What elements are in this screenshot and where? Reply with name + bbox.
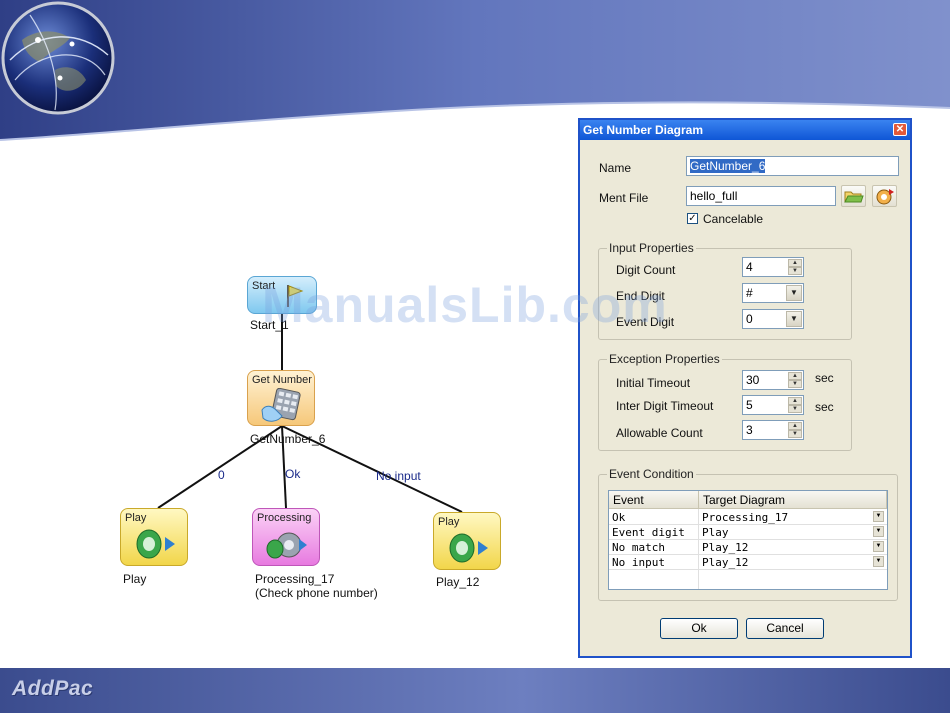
inter-digit-timeout-spinner[interactable]: 5 ▲ ▼ — [742, 395, 804, 415]
play-node[interactable]: Play — [120, 508, 188, 566]
allowable-count-label: Allowable Count — [616, 426, 703, 440]
inter-digit-timeout-label: Inter Digit Timeout — [616, 399, 714, 413]
edge-label-ok: Ok — [285, 467, 301, 481]
initial-timeout-value: 30 — [746, 373, 760, 387]
get-number-node[interactable]: Get Number — [247, 370, 315, 426]
chevron-down-icon[interactable]: ▼ — [873, 556, 884, 567]
target-cell: Play_12 — [702, 556, 749, 569]
input-properties-title: Input Properties — [607, 241, 696, 255]
initial-timeout-spinner[interactable]: 30 ▲ ▼ — [742, 370, 804, 390]
inter-digit-timeout-unit: sec — [815, 400, 834, 414]
digit-count-up[interactable]: ▲ — [788, 259, 802, 267]
processing-node-label-name: Processing_17 — [255, 572, 335, 586]
initial-timeout-unit: sec — [815, 371, 834, 385]
edge-label-zero: 0 — [218, 468, 225, 482]
digit-count-spinner[interactable]: 4 ▲ ▼ — [742, 257, 804, 277]
exception-properties-title: Exception Properties — [607, 352, 722, 366]
open-folder-button[interactable] — [841, 185, 866, 207]
col-header-event[interactable]: Event — [609, 491, 699, 509]
play-node-title: Play — [125, 512, 147, 524]
event-cell: Ok — [612, 511, 626, 524]
target-cell: Play_12 — [702, 541, 749, 554]
close-icon: ✕ — [895, 124, 905, 135]
gear-processing-icon — [266, 532, 307, 559]
footer-banner: AddPac — [0, 668, 950, 713]
target-cell: Processing_17 — [702, 511, 789, 524]
inter-digit-timeout-value: 5 — [746, 398, 753, 412]
chevron-down-icon[interactable]: ▼ — [786, 311, 802, 327]
get-number-node-title: Get Number — [252, 374, 312, 386]
end-digit-select[interactable]: # ▼ — [742, 283, 804, 303]
event-cell: Event digit — [612, 526, 685, 539]
end-digit-value: # — [746, 286, 753, 300]
speaker-icon — [136, 529, 175, 559]
table-row[interactable]: No input Play_12 ▼ — [609, 555, 887, 570]
inter-digit-timeout-down[interactable]: ▼ — [788, 405, 802, 413]
edge-label-no-input: No input — [376, 469, 421, 483]
keypad-hand-icon — [261, 388, 301, 422]
event-digit-value: 0 — [746, 312, 753, 326]
chevron-down-icon[interactable]: ▼ — [786, 285, 802, 301]
name-input[interactable]: GetNumber_6 — [686, 156, 899, 176]
event-condition-title: Event Condition — [607, 467, 696, 481]
get-number-dialog: Get Number Diagram ✕ Name GetNumber_6 Me… — [578, 118, 912, 658]
allowable-count-spinner[interactable]: 3 ▲ ▼ — [742, 420, 804, 440]
cancelable-checkbox[interactable]: ✓ — [687, 213, 698, 224]
table-row[interactable]: Event digit Play ▼ — [609, 525, 887, 540]
allowable-count-up[interactable]: ▲ — [788, 422, 802, 430]
ment-file-input[interactable]: hello_full — [686, 186, 836, 206]
digit-count-down[interactable]: ▼ — [788, 267, 802, 275]
allowable-count-value: 3 — [746, 423, 753, 437]
digit-count-label: Digit Count — [616, 263, 676, 277]
play-node-label: Play — [123, 572, 147, 586]
get-number-node-label: GetNumber_6 — [250, 432, 326, 446]
ment-file-label: Ment File — [599, 191, 649, 205]
table-row[interactable]: Ok Processing_17 ▼ — [609, 510, 887, 525]
processing-node-title: Processing — [257, 512, 312, 524]
dialog-title: Get Number Diagram — [583, 123, 704, 137]
name-label: Name — [599, 161, 632, 175]
processing-node-label: Processing_17 (Check phone number) — [255, 572, 378, 600]
event-cell: No input — [612, 556, 665, 569]
watermark: ManualsLib.com — [262, 277, 668, 333]
processing-node-label-desc: (Check phone number) — [255, 586, 378, 600]
play-12-node[interactable]: Play — [433, 512, 501, 570]
event-digit-select[interactable]: 0 ▼ — [742, 309, 804, 329]
cancelable-label: Cancelable — [703, 212, 764, 226]
initial-timeout-down[interactable]: ▼ — [788, 380, 802, 388]
chevron-down-icon[interactable]: ▼ — [873, 511, 884, 522]
play-12-node-label: Play_12 — [436, 575, 480, 589]
initial-timeout-up[interactable]: ▲ — [788, 372, 802, 380]
event-condition-table: Event Target Diagram Ok Processing_17 ▼ … — [608, 490, 888, 590]
dialog-titlebar[interactable]: Get Number Diagram ✕ — [580, 120, 910, 140]
folder-icon — [844, 191, 864, 203]
close-button[interactable]: ✕ — [893, 123, 907, 136]
table-row[interactable]: No match Play_12 ▼ — [609, 540, 887, 555]
digit-count-value: 4 — [746, 260, 753, 274]
chevron-down-icon[interactable]: ▼ — [873, 541, 884, 552]
speaker-icon — [449, 533, 488, 563]
allowable-count-down[interactable]: ▼ — [788, 430, 802, 438]
target-cell: Play — [702, 526, 729, 539]
name-input-value: GetNumber_6 — [690, 159, 766, 173]
col-header-target[interactable]: Target Diagram — [699, 491, 887, 509]
cancel-button[interactable]: Cancel — [746, 618, 824, 639]
brand-logo: AddPac — [12, 677, 94, 700]
play-sound-button[interactable] — [872, 185, 897, 207]
processing-node[interactable]: Processing — [252, 508, 320, 566]
chevron-down-icon[interactable]: ▼ — [873, 526, 884, 537]
flow-canvas[interactable]: Start Start_1 Get Number GetNumber_6 0 O… — [0, 0, 580, 668]
inter-digit-timeout-up[interactable]: ▲ — [788, 397, 802, 405]
speaker-play-icon — [876, 189, 894, 205]
exception-properties-group: Exception Properties Initial Timeout 30 … — [598, 352, 852, 451]
ok-button[interactable]: Ok — [660, 618, 738, 639]
event-cell: No match — [612, 541, 665, 554]
initial-timeout-label: Initial Timeout — [616, 376, 691, 390]
play-12-node-title: Play — [438, 516, 460, 528]
